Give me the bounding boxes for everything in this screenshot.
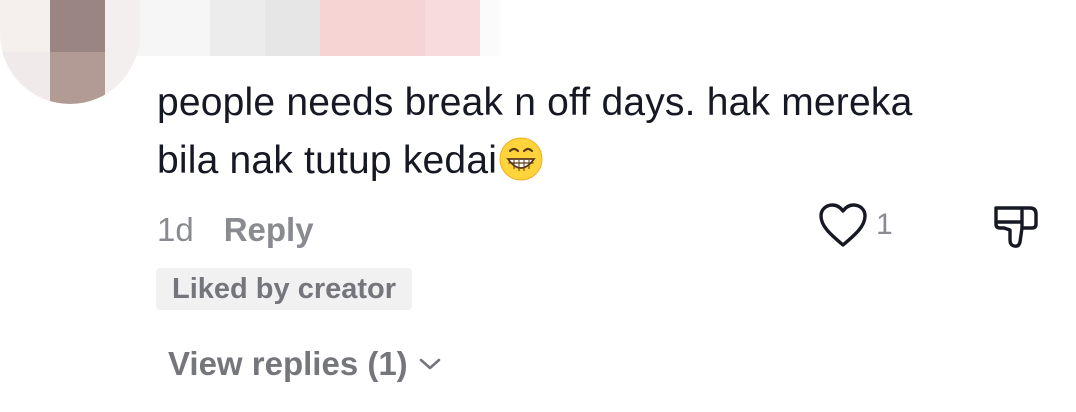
view-replies-button[interactable]: View replies (1): [168, 340, 442, 388]
comment-timestamp: 1d: [157, 211, 194, 248]
comment-text: people needs break n off days. hak merek…: [157, 74, 1037, 190]
liked-by-creator-badge: Liked by creator: [156, 268, 413, 310]
comment-text-line-2-text: bila nak tutup kedai: [157, 139, 498, 182]
avatar[interactable]: [0, 0, 140, 104]
comment-text-line-1: people needs break n off days. hak merek…: [157, 81, 913, 124]
like-count: 1: [876, 208, 893, 241]
comment-item: people needs break n off days. hak merek…: [0, 0, 1076, 412]
reply-button[interactable]: Reply: [224, 211, 314, 249]
view-replies-label: View replies (1): [168, 345, 408, 382]
like-button[interactable]: 1: [816, 200, 893, 250]
heart-outline-icon: [819, 203, 867, 247]
grinning-face-emoji-icon: [499, 137, 543, 181]
comment-text-line-2: bila nak tutup kedai: [157, 132, 1037, 190]
comment-meta: 1d Reply: [157, 206, 314, 254]
thumbs-down-icon[interactable]: [990, 202, 1042, 250]
chevron-down-icon: [419, 358, 440, 370]
